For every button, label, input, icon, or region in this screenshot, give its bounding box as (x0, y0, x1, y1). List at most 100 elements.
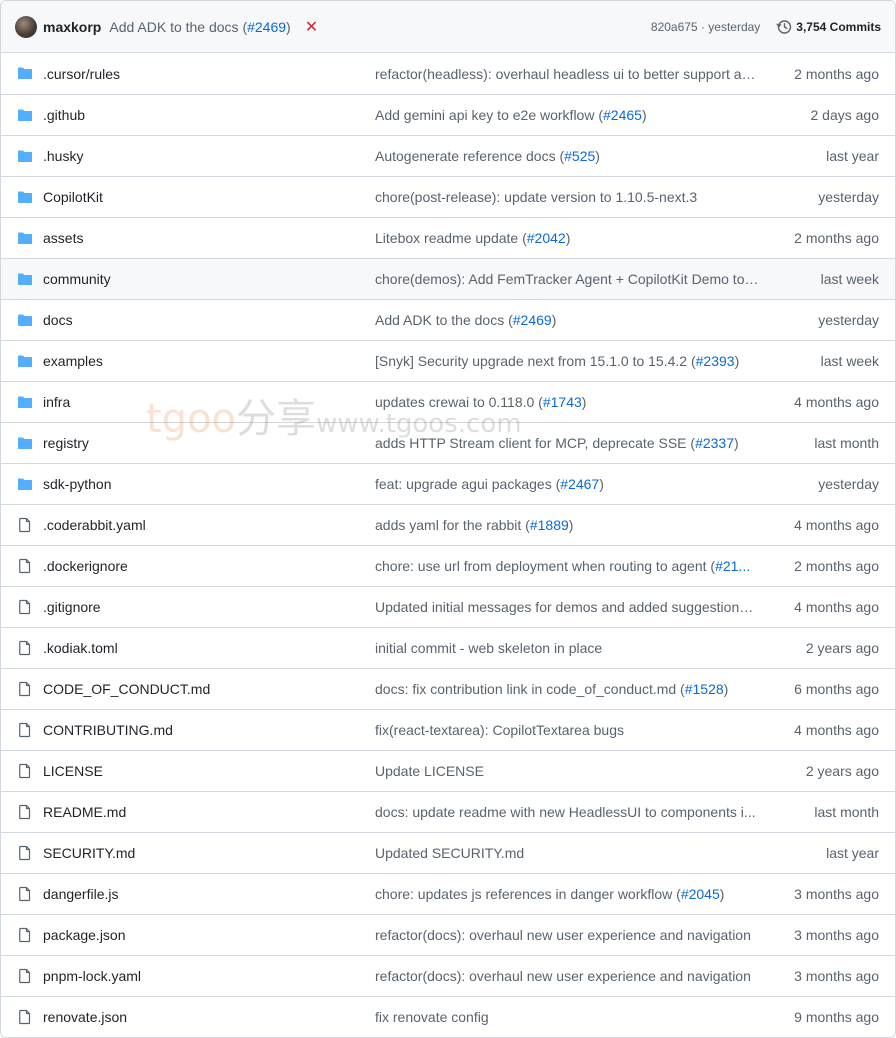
commit-message-link[interactable]: docs: update readme with new HeadlessUI … (375, 804, 759, 820)
file-row[interactable]: .dockerignore chore: use url from deploym… (1, 545, 895, 586)
file-row[interactable]: infra updates crewai to 0.118.0 (#1743) 4 … (1, 381, 895, 422)
file-name-link[interactable]: .dockerignore (43, 558, 128, 574)
commit-message-link[interactable]: refactor(docs): overhaul new user experi… (375, 927, 759, 943)
commit-message-link[interactable]: updates crewai to 0.118.0 (#1743) (375, 394, 759, 410)
file-name-link[interactable]: community (43, 271, 111, 287)
commit-message-link[interactable]: adds HTTP Stream client for MCP, depreca… (375, 435, 759, 451)
commits-link[interactable]: 3,754 Commits (776, 19, 881, 35)
file-name-link[interactable]: CODE_OF_CONDUCT.md (43, 681, 210, 697)
file-name-link[interactable]: .cursor/rules (43, 66, 120, 82)
commit-message-link[interactable]: fix renovate config (375, 1009, 759, 1025)
file-name-link[interactable]: README.md (43, 804, 126, 820)
file-row[interactable]: LICENSE Update LICENSE 2 years ago (1, 750, 895, 791)
file-row[interactable]: docs Add ADK to the docs (#2469) yesterday (1, 299, 895, 340)
commit-message-link[interactable]: Update LICENSE (375, 763, 759, 779)
commit-message-link[interactable]: Litebox readme update (#2042) (375, 230, 759, 246)
pr-link[interactable]: #2469 (513, 312, 552, 328)
file-row[interactable]: CopilotKit chore(post-release): update ve… (1, 176, 895, 217)
commit-age[interactable]: 2 years ago (806, 640, 879, 656)
commit-message-link[interactable]: chore(demos): Add FemTracker Agent + Cop… (375, 271, 759, 287)
pr-link[interactable]: #21... (715, 558, 750, 574)
file-name-link[interactable]: pnpm-lock.yaml (43, 968, 141, 984)
file-row[interactable]: registry adds HTTP Stream client for MCP,… (1, 422, 895, 463)
commit-message-link[interactable]: initial commit - web skeleton in place (375, 640, 759, 656)
file-name-link[interactable]: .coderabbit.yaml (43, 517, 146, 533)
commit-age[interactable]: 2 months ago (794, 558, 879, 574)
commit-age[interactable]: 4 months ago (794, 394, 879, 410)
file-name-link[interactable]: assets (43, 230, 83, 246)
file-row[interactable]: examples [Snyk] Security upgrade next fro… (1, 340, 895, 381)
pr-link[interactable]: #1743 (543, 394, 582, 410)
file-name-link[interactable]: dangerfile.js (43, 886, 119, 902)
pr-link[interactable]: #2467 (560, 476, 599, 492)
commit-age[interactable]: yesterday (818, 189, 879, 205)
commit-message-link[interactable]: docs: fix contribution link in code_of_c… (375, 681, 759, 697)
commit-message-link[interactable]: adds yaml for the rabbit (#1889) (375, 517, 759, 533)
file-row[interactable]: .husky Autogenerate reference docs (#525)… (1, 135, 895, 176)
file-row[interactable]: .kodiak.toml initial commit - web skeleto… (1, 627, 895, 668)
commit-message-link[interactable]: refactor(headless): overhaul headless ui… (375, 66, 759, 82)
commit-message-link[interactable]: Add gemini api key to e2e workflow (#246… (375, 107, 759, 123)
file-name-link[interactable]: infra (43, 394, 70, 410)
file-name-link[interactable]: package.json (43, 927, 126, 943)
commit-age[interactable]: 2 months ago (794, 66, 879, 82)
pr-link[interactable]: #1528 (685, 681, 724, 697)
file-name-link[interactable]: .gitignore (43, 599, 101, 615)
commit-age[interactable]: 2 months ago (794, 230, 879, 246)
file-name-link[interactable]: renovate.json (43, 1009, 127, 1025)
commit-age[interactable]: last month (814, 435, 879, 451)
commit-age[interactable]: last year (826, 148, 879, 164)
pr-link[interactable]: #525 (564, 148, 595, 164)
commit-age[interactable]: last week (821, 353, 879, 369)
commit-age[interactable]: 2 years ago (806, 763, 879, 779)
file-row[interactable]: SECURITY.md Updated SECURITY.md last year (1, 832, 895, 873)
commit-message-link[interactable]: chore(post-release): update version to 1… (375, 189, 759, 205)
file-name-link[interactable]: examples (43, 353, 103, 369)
commit-message-link[interactable]: refactor(docs): overhaul new user experi… (375, 968, 759, 984)
commit-age[interactable]: 3 months ago (794, 968, 879, 984)
file-row[interactable]: CODE_OF_CONDUCT.md docs: fix contribution… (1, 668, 895, 709)
file-row[interactable]: README.md docs: update readme with new He… (1, 791, 895, 832)
commit-age[interactable]: 6 months ago (794, 681, 879, 697)
commit-message-link[interactable]: [Snyk] Security upgrade next from 15.1.0… (375, 353, 759, 369)
commit-message-link[interactable]: Updated SECURITY.md (375, 845, 759, 861)
pr-link[interactable]: #2465 (603, 107, 642, 123)
file-row[interactable]: package.json refactor(docs): overhaul new… (1, 914, 895, 955)
commit-message-link[interactable]: Add ADK to the docs (#2469) (375, 312, 759, 328)
file-row[interactable]: community chore(demos): Add FemTracker Ag… (1, 258, 895, 299)
commit-age[interactable]: last month (814, 804, 879, 820)
file-name-link[interactable]: registry (43, 435, 89, 451)
commit-pr-link[interactable]: #2469 (247, 19, 286, 35)
commit-hash-time[interactable]: 820a675 · yesterday (651, 20, 760, 34)
file-name-link[interactable]: .github (43, 107, 85, 123)
pr-link[interactable]: #2042 (527, 230, 566, 246)
file-row[interactable]: .cursor/rules refactor(headless): overhau… (1, 53, 895, 94)
commit-age[interactable]: last year (826, 845, 879, 861)
commit-age[interactable]: 4 months ago (794, 722, 879, 738)
latest-commit-message[interactable]: Add ADK to the docs (#2469) (109, 19, 290, 35)
file-name-link[interactable]: .husky (43, 148, 83, 164)
file-row[interactable]: pnpm-lock.yaml refactor(docs): overhaul n… (1, 955, 895, 996)
file-row[interactable]: assets Litebox readme update (#2042) 2 mon… (1, 217, 895, 258)
commit-age[interactable]: 3 months ago (794, 927, 879, 943)
file-row[interactable]: CONTRIBUTING.md fix(react-textarea): Copi… (1, 709, 895, 750)
file-name-link[interactable]: CONTRIBUTING.md (43, 722, 173, 738)
commit-age[interactable]: 4 months ago (794, 517, 879, 533)
commit-message-link[interactable]: Autogenerate reference docs (#525) (375, 148, 759, 164)
pr-link[interactable]: #1889 (530, 517, 569, 533)
commit-message-link[interactable]: fix(react-textarea): CopilotTextarea bug… (375, 722, 759, 738)
file-name-link[interactable]: .kodiak.toml (43, 640, 118, 656)
file-name-link[interactable]: SECURITY.md (43, 845, 135, 861)
x-icon[interactable]: ✕ (305, 17, 318, 37)
file-row[interactable]: renovate.json fix renovate config 9 months… (1, 996, 895, 1037)
commit-message-link[interactable]: chore: updates js references in danger w… (375, 886, 759, 902)
commit-age[interactable]: 2 days ago (811, 107, 880, 123)
pr-link[interactable]: #2337 (695, 435, 734, 451)
file-row[interactable]: .github Add gemini api key to e2e workflo… (1, 94, 895, 135)
commit-message-link[interactable]: chore: use url from deployment when rout… (375, 558, 759, 574)
pr-link[interactable]: #2393 (696, 353, 735, 369)
commit-age[interactable]: last week (821, 271, 879, 287)
commit-message-link[interactable]: Updated initial messages for demos and a… (375, 599, 759, 615)
commit-age[interactable]: 3 months ago (794, 886, 879, 902)
file-name-link[interactable]: LICENSE (43, 763, 103, 779)
